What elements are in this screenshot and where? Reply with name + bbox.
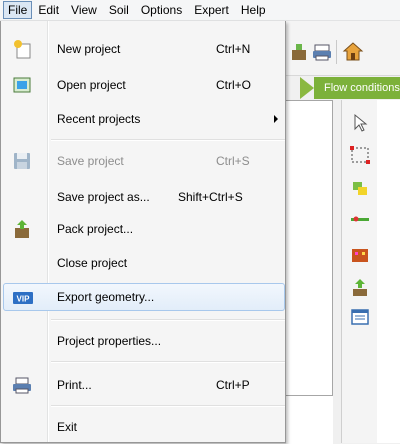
menu-item-open-project[interactable]: Open project Ctrl+O (3, 71, 285, 99)
menu-options[interactable]: Options (135, 1, 188, 19)
new-project-shortcut: Ctrl+N (216, 42, 251, 56)
menu-help[interactable]: Help (235, 1, 272, 19)
menu-item-pack-project[interactable]: Pack project... (3, 215, 285, 243)
menu-item-export-geometry[interactable]: VIP Export geometry... (3, 283, 285, 311)
lower-panel (286, 395, 333, 444)
phase-bar: Flow conditions (286, 77, 400, 99)
menu-separator (51, 361, 285, 363)
menu-separator (51, 139, 285, 141)
menu-item-recent-projects[interactable]: Recent projects (3, 105, 285, 133)
file-menu: New project Ctrl+N Open project Ctrl+O R… (0, 21, 286, 443)
soil-polygon-icon[interactable] (349, 178, 371, 200)
submenu-arrow-icon (274, 115, 278, 123)
menu-item-print[interactable]: Print... Ctrl+P (3, 371, 285, 399)
menu-separator (51, 405, 285, 407)
menu-item-new-project[interactable]: New project Ctrl+N (3, 35, 285, 63)
open-project-shortcut: Ctrl+O (216, 78, 252, 92)
new-project-icon (14, 40, 31, 59)
side-toolbar (341, 100, 378, 443)
right-canvas-area[interactable] (377, 100, 400, 443)
project-properties-icon[interactable] (342, 41, 364, 63)
export-geometry-label: Export geometry... (57, 290, 155, 304)
create-polygon-icon[interactable] (349, 144, 371, 166)
print-label: Print... (57, 378, 92, 392)
save-icon (14, 153, 30, 169)
export-geometry-icon: VIP (13, 292, 33, 304)
select-pointer-icon[interactable] (349, 112, 371, 134)
menu-view[interactable]: View (65, 1, 103, 19)
menu-item-close-project[interactable]: Close project (3, 249, 285, 277)
tab-flow-conditions[interactable]: Flow conditions (314, 77, 400, 99)
save-project-as-label: Save project as... (57, 190, 150, 204)
drawing-canvas[interactable] (286, 100, 333, 443)
menu-separator (51, 319, 285, 321)
open-project-icon (13, 77, 31, 93)
menu-item-exit[interactable]: Exit (3, 413, 285, 441)
menu-expert[interactable]: Expert (188, 1, 235, 19)
pack-icon[interactable] (288, 41, 310, 63)
phase-chevron (300, 77, 314, 99)
save-project-shortcut: Ctrl+S (216, 154, 250, 168)
toolbar-separator (336, 40, 337, 64)
save-project-as-shortcut: Shift+Ctrl+S (178, 190, 243, 204)
print-shortcut: Ctrl+P (216, 378, 250, 392)
line-tool-icon[interactable] (349, 208, 371, 230)
save-project-label: Save project (57, 154, 124, 168)
menu-item-project-properties[interactable]: Project properties... (3, 327, 285, 355)
menubar: File Edit View Soil Options Expert Help (0, 0, 400, 21)
open-project-label: Open project (57, 78, 126, 92)
pack-project-label: Pack project... (57, 222, 134, 236)
structure-icon[interactable] (349, 244, 371, 266)
print-icon (13, 377, 31, 394)
menu-item-save-project-as[interactable]: Save project as... Shift+Ctrl+S (3, 183, 285, 211)
menu-soil[interactable]: Soil (103, 1, 135, 19)
table-view-icon[interactable] (349, 306, 371, 328)
recent-projects-label: Recent projects (57, 112, 141, 126)
menu-edit[interactable]: Edit (32, 1, 65, 19)
pack-project-icon (15, 220, 29, 238)
close-project-label: Close project (57, 256, 128, 270)
toolbar-spacer (369, 40, 400, 64)
import-icon[interactable] (349, 276, 371, 298)
svg-text:VIP: VIP (17, 295, 31, 304)
project-properties-label: Project properties... (57, 334, 162, 348)
new-project-label: New project (57, 42, 121, 56)
menu-file[interactable]: File (3, 1, 33, 19)
exit-label: Exit (57, 420, 78, 434)
menu-item-save-project[interactable]: Save project Ctrl+S (3, 147, 285, 175)
print-icon[interactable] (311, 41, 333, 63)
